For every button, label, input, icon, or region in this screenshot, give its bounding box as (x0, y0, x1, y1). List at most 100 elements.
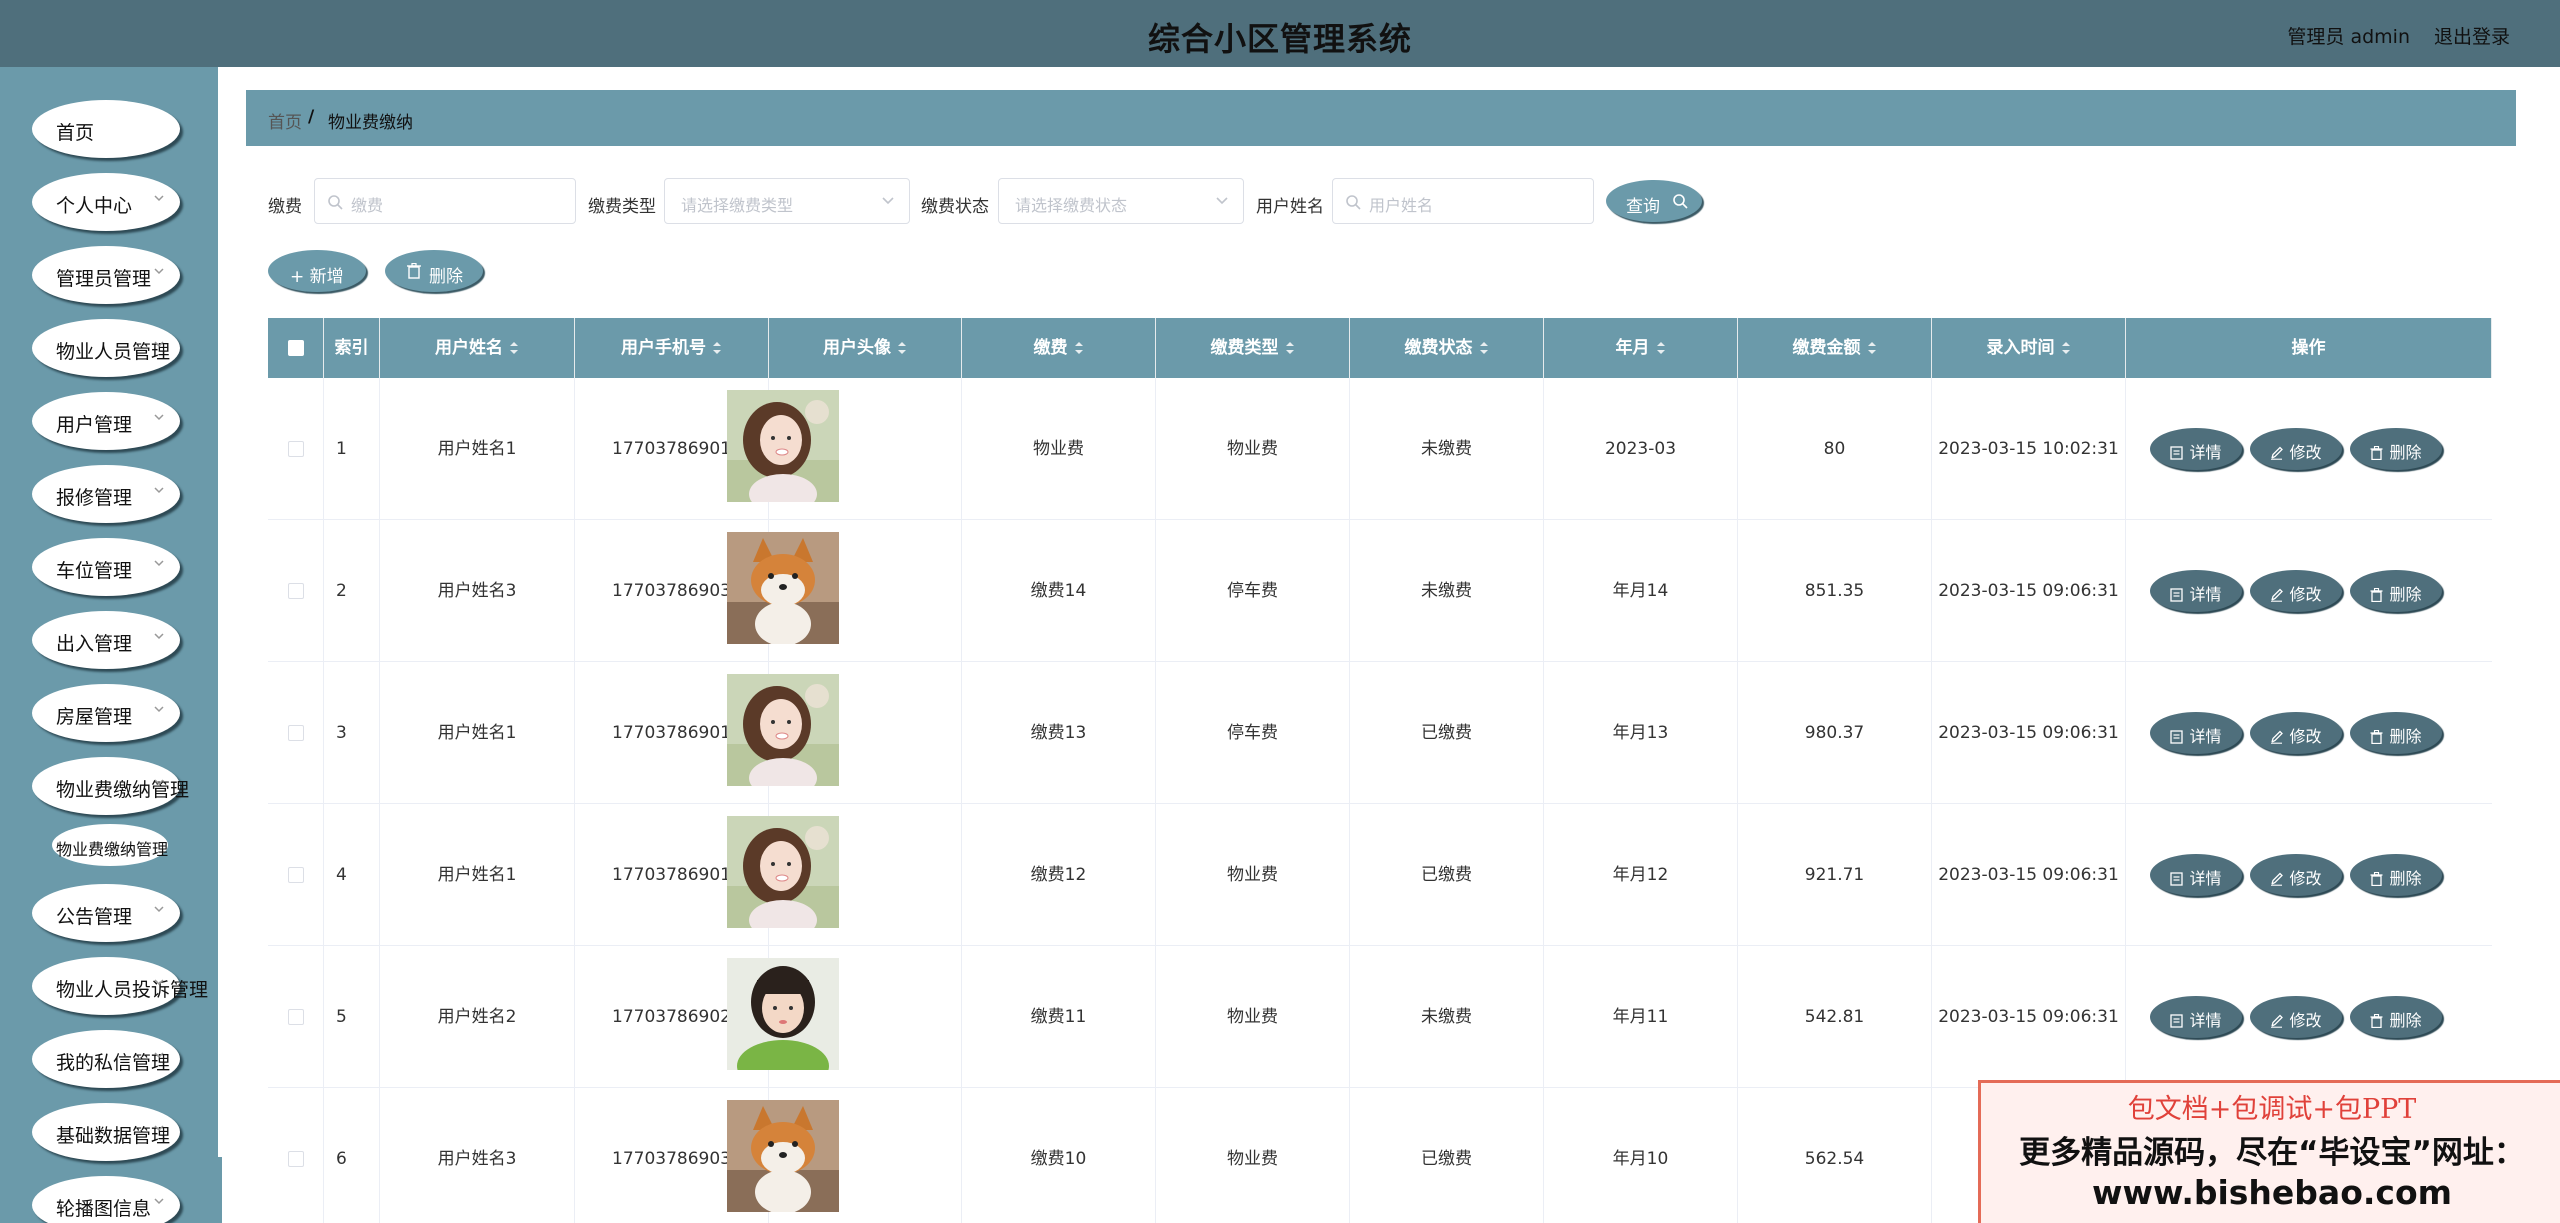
row-checkbox[interactable] (288, 867, 304, 883)
cell-time: 2023-03-15 09:06:31 (1932, 662, 2126, 804)
add-button[interactable]: + 新增 (268, 250, 366, 292)
select-all-header (268, 318, 324, 378)
fee-search-input[interactable]: 缴费 (314, 178, 576, 224)
promo-line-3: www.bishebao.com (2091, 1173, 2453, 1212)
type-select[interactable]: 请选择缴费类型 (664, 178, 910, 224)
sidebar-item-3[interactable]: 物业人员管理 (32, 319, 180, 377)
sidebar-item-13[interactable]: 基础数据管理 (32, 1103, 180, 1161)
sidebar-item-2[interactable]: 管理员管理 (32, 246, 180, 304)
cell-type: 停车费 (1156, 662, 1350, 804)
sort-icon[interactable] (1479, 341, 1489, 355)
logout-link[interactable]: 退出登录 (2434, 22, 2510, 49)
detail-button[interactable]: 详情 (2150, 996, 2242, 1038)
breadcrumb-home[interactable]: 首页 (268, 108, 302, 133)
cell-time: 2023-03-15 09:06:31 (1932, 520, 2126, 662)
column-header[interactable]: 用户手机号 (575, 318, 769, 378)
column-header[interactable]: 缴费类型 (1156, 318, 1350, 378)
row-select-cell (268, 520, 324, 662)
delete-button[interactable]: 删除 (2350, 854, 2442, 896)
sort-icon[interactable] (509, 341, 519, 355)
sidebar-item-label: 物业人员投诉管理 (56, 979, 209, 1001)
pencil-icon (2271, 446, 2284, 460)
delete-button[interactable]: 删除 (2350, 570, 2442, 612)
detail-button-label: 详情 (2189, 1011, 2222, 1030)
sidebar-item-7[interactable]: 出入管理 (32, 611, 180, 669)
column-header-label: 用户姓名 (435, 338, 503, 358)
batch-delete-button[interactable]: 删除 (385, 250, 483, 292)
column-header[interactable]: 年月 (1544, 318, 1738, 378)
breadcrumb-separator: / (308, 107, 315, 127)
status-select[interactable]: 请选择缴费状态 (998, 178, 1244, 224)
user-search-input[interactable]: 用户姓名 (1332, 178, 1594, 224)
trash-icon (2370, 587, 2383, 603)
row-checkbox[interactable] (288, 583, 304, 599)
sidebar-item-14[interactable]: 轮播图信息 (32, 1176, 180, 1223)
edit-button[interactable]: 修改 (2250, 570, 2342, 612)
sidebar-item-9[interactable]: 物业费缴纳管理 (32, 757, 189, 815)
search-icon (1346, 195, 1361, 210)
edit-button[interactable]: 修改 (2250, 854, 2342, 896)
select-all-checkbox[interactable] (288, 340, 304, 356)
detail-button[interactable]: 详情 (2150, 570, 2242, 612)
sort-icon[interactable] (1285, 341, 1295, 355)
detail-button[interactable]: 详情 (2150, 428, 2242, 470)
trash-icon (2370, 445, 2383, 461)
delete-button[interactable]: 删除 (2350, 996, 2442, 1038)
cell-name: 用户姓名1 (380, 804, 575, 946)
column-header-label: 缴费金额 (1792, 338, 1861, 358)
sort-icon[interactable] (1074, 341, 1084, 355)
column-header[interactable]: 缴费金额 (1738, 318, 1932, 378)
detail-button[interactable]: 详情 (2150, 712, 2242, 754)
column-header[interactable]: 用户头像 (769, 318, 962, 378)
sidebar-item-12[interactable]: 我的私信管理 (32, 1030, 180, 1088)
sidebar-item-0[interactable]: 首页 (32, 100, 180, 158)
column-header-label: 索引 (334, 338, 369, 358)
sidebar-item-11[interactable]: 物业人员投诉管理 (32, 957, 208, 1015)
current-user: 管理员 admin (2287, 26, 2410, 48)
delete-button[interactable]: 删除 (2350, 712, 2442, 754)
row-checkbox[interactable] (288, 1151, 304, 1167)
detail-button-label: 详情 (2189, 443, 2222, 462)
delete-button-label: 删除 (2389, 443, 2422, 462)
sidebar-item-6[interactable]: 车位管理 (32, 538, 180, 596)
column-header[interactable]: 缴费 (962, 318, 1156, 378)
sort-icon[interactable] (897, 341, 907, 355)
column-header[interactable]: 缴费状态 (1350, 318, 1544, 378)
breadcrumb: 首页 / 物业费缴纳 (246, 90, 2516, 146)
chevron-down-icon (154, 906, 164, 913)
document-icon (2170, 1014, 2184, 1028)
sort-icon[interactable] (712, 341, 722, 355)
edit-button[interactable]: 修改 (2250, 428, 2342, 470)
sort-icon[interactable] (1656, 341, 1666, 355)
breadcrumb-current: 物业费缴纳 (328, 113, 413, 133)
column-header[interactable]: 用户姓名 (380, 318, 575, 378)
row-checkbox[interactable] (288, 441, 304, 457)
dog-avatar (727, 532, 839, 644)
row-checkbox[interactable] (288, 725, 304, 741)
document-icon (2170, 588, 2184, 602)
delete-button-label: 删除 (2389, 1011, 2422, 1030)
table-row: 1 用户姓名1 17703786901 物业费 物业费 未缴费 2023-03 80 2023-… (268, 378, 2492, 520)
row-checkbox[interactable] (288, 1009, 304, 1025)
sidebar-item-4[interactable]: 用户管理 (32, 392, 180, 450)
detail-button[interactable]: 详情 (2150, 854, 2242, 896)
sort-icon[interactable] (1867, 341, 1877, 355)
table-row: 4 用户姓名1 17703786901 缴费12 物业费 已缴费 年月12 921.71 202… (268, 804, 2492, 946)
sidebar-subitem-fee[interactable]: 物业费缴纳管理 (52, 824, 168, 866)
column-header[interactable]: 录入时间 (1932, 318, 2126, 378)
edit-button[interactable]: 修改 (2250, 712, 2342, 754)
trash-icon (2370, 729, 2383, 745)
cell-status: 未缴费 (1350, 520, 1544, 662)
cell-month: 年月14 (1544, 520, 1738, 662)
sort-icon[interactable] (2061, 341, 2071, 355)
delete-button[interactable]: 删除 (2350, 428, 2442, 470)
delete-button-label: 删除 (2389, 727, 2422, 746)
sidebar-item-10[interactable]: 公告管理 (32, 884, 180, 942)
sidebar-item-8[interactable]: 房屋管理 (32, 684, 180, 742)
edit-button[interactable]: 修改 (2250, 996, 2342, 1038)
sidebar-item-5[interactable]: 报修管理 (32, 465, 180, 523)
query-button[interactable]: 查询 (1606, 180, 1702, 222)
detail-button-label: 详情 (2189, 727, 2222, 746)
sidebar-item-1[interactable]: 个人中心 (32, 173, 180, 231)
sidebar-item-label: 轮播图信息 (56, 1198, 152, 1220)
